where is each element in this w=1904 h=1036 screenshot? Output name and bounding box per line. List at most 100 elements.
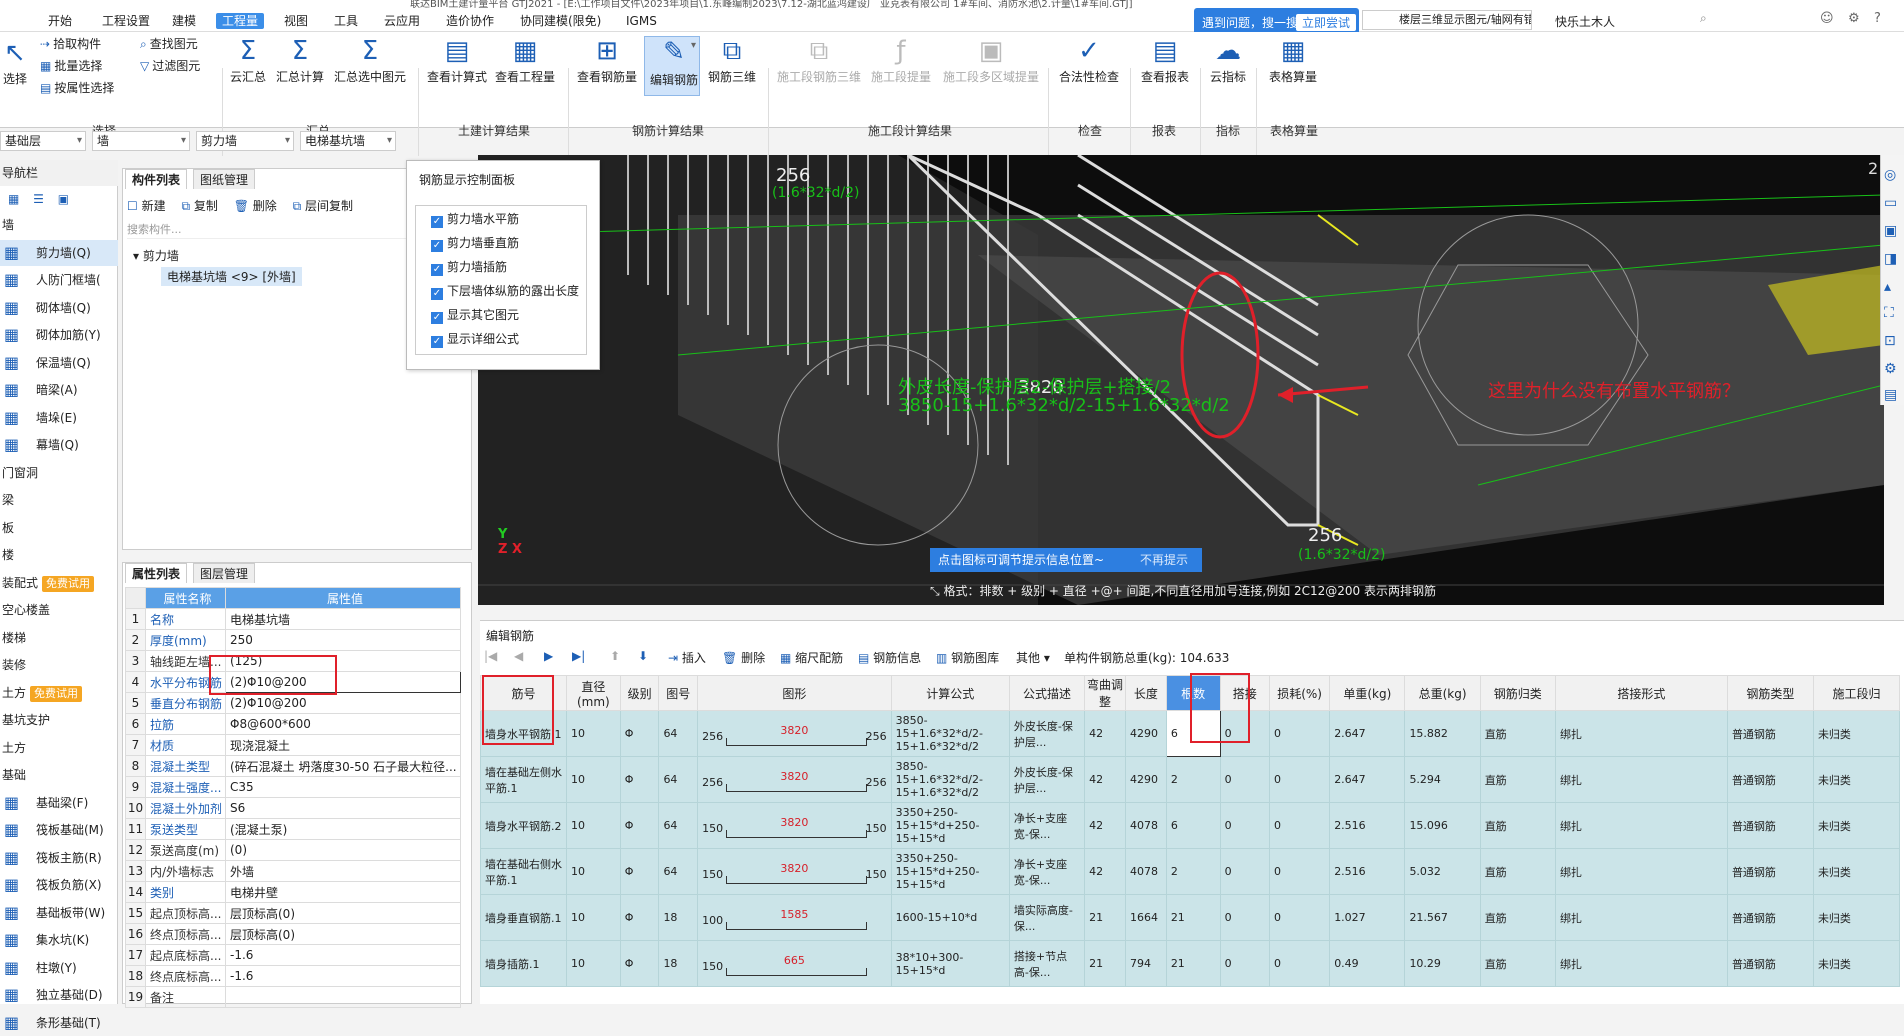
checkbox-icon[interactable]: ✓ (431, 336, 443, 348)
view-quantity-button[interactable]: ▦ 查看工程量 (494, 36, 556, 84)
rebar-cell-cat[interactable]: 直筋 (1479, 894, 1556, 941)
property-value[interactable]: -1.6 (225, 944, 461, 966)
rebar-library-button[interactable]: ▥ 钢筋图库 (936, 649, 999, 666)
rebar-cell-fig[interactable]: 64 (658, 848, 699, 895)
rebar-shape[interactable]: 150 3820 150 (697, 848, 892, 895)
help-try-button[interactable]: 立即尝试 (1296, 14, 1357, 31)
nav-item-0[interactable]: 墙 (0, 212, 118, 238)
property-row[interactable]: 9 混凝土强度... C35 (125, 776, 461, 798)
tab-property-list[interactable]: 属性列表 (125, 563, 188, 583)
select-by-attr-button[interactable]: ▤ 按属性选择 (40, 80, 114, 96)
nav-item-18[interactable]: 基坑支护 (0, 707, 118, 733)
rebar-cell-formula[interactable]: 3850-15+1.6*32*d/2-15+1.6*32*d/2 (890, 710, 1010, 757)
rebar-column-header[interactable]: 钢筋归类 (1479, 675, 1556, 711)
rebar-cell-unit[interactable]: 0.49 (1329, 940, 1406, 987)
nav-item-25[interactable]: ▦ 基础板带(W) (0, 900, 118, 926)
nav-item-3[interactable]: ▦ 砌体墙(Q) (0, 295, 118, 321)
rebar-cell-desc[interactable]: 搭接+节点高-保... (1008, 940, 1086, 987)
rebar-cell-cnt[interactable]: 2 (1165, 848, 1221, 895)
tree-item-selected[interactable]: 电梯基坑墙 <9> [外墙] (161, 267, 302, 286)
3d-viewport[interactable]: 256 (1.6*32*d/2) 256 (1.6*32*d/2) 3820 2… (478, 155, 1884, 605)
rebar-cell-unit[interactable]: 2.647 (1329, 756, 1406, 803)
property-value[interactable]: (2)Φ10@200 (225, 671, 461, 693)
rebar-option-checkbox[interactable]: ✓ 剪力墙插筋 (431, 257, 507, 277)
rebar-cell-lapf[interactable]: 绑扎 (1554, 848, 1728, 895)
nav-item-4[interactable]: ▦ 砌体加筋(Y) (0, 322, 118, 348)
rebar-cell-type[interactable]: 普通钢筋 (1726, 940, 1814, 987)
rebar-cell-formula[interactable]: 38*10+300-15+15*d (890, 940, 1010, 987)
property-value[interactable]: (混凝土泵) (225, 818, 461, 840)
property-row[interactable]: 16 终点顶标高... 层顶标高(0) (125, 923, 461, 945)
view-report-button[interactable]: ▤ 查看报表 (1138, 36, 1192, 84)
property-row[interactable]: 18 终点底标高... -1.6 (125, 965, 461, 987)
rebar-row[interactable]: 墙身插筋.1 10 Φ 18 150 665 38*10+300-15+15*d 搭接+节点高… (480, 940, 1901, 987)
property-value[interactable] (225, 986, 461, 1008)
filter-element-button[interactable]: ▽ 过滤图元 (140, 58, 200, 74)
rebar-3d-button[interactable]: ⧉ 钢筋三维 (704, 36, 760, 84)
rebar-cell-cat[interactable]: 直筋 (1479, 756, 1556, 803)
rebar-cell-type[interactable]: 普通钢筋 (1726, 710, 1814, 757)
menu-quantity[interactable]: 工程量 (216, 13, 265, 29)
nav-item-17[interactable]: 土方 免费试用 (0, 680, 118, 706)
property-value[interactable]: 电梯基坑墙 (225, 608, 461, 630)
hint-banner[interactable]: 点击图标可调节提示信息位置~ 不再提示 (930, 548, 1202, 572)
rebar-cell-dia[interactable]: 10 (566, 940, 621, 987)
rebar-cell-loss[interactable]: 0 (1268, 802, 1331, 849)
insert-button[interactable]: ⇥ 插入 (668, 649, 706, 666)
rebar-info-button[interactable]: ▤ 钢筋信息 (858, 649, 921, 666)
nav-item-7[interactable]: ▦ 墙垛(E) (0, 405, 118, 431)
property-value[interactable]: (0) (225, 839, 461, 861)
rebar-column-header[interactable]: 总重(kg) (1404, 675, 1481, 711)
rebar-cell-grade[interactable]: Φ (619, 848, 660, 895)
property-row[interactable]: 3 轴线距左墙... (125) (125, 650, 461, 672)
rebar-shape[interactable]: 256 3820 256 (697, 710, 892, 757)
rebar-cell-len[interactable]: 1664 (1124, 894, 1167, 941)
zoom-extent-icon[interactable]: ⊡ (1884, 333, 1896, 349)
nav-item-2[interactable]: ▦ 人防门框墙( (0, 267, 118, 293)
nav-item-14[interactable]: 空心楼盖 (0, 597, 118, 623)
property-value[interactable]: 外墙 (225, 860, 461, 882)
find-element-button[interactable]: ⌕ 查找图元 (140, 36, 198, 52)
rebar-cell-fig[interactable]: 18 (658, 940, 699, 987)
nav-item-9[interactable]: 门窗洞 (0, 460, 118, 486)
rebar-cell-adj[interactable]: 42 (1084, 710, 1126, 757)
property-row[interactable]: 19 备注 (125, 986, 461, 1008)
nav-item-27[interactable]: ▦ 柱墩(Y) (0, 955, 118, 981)
nav-item-5[interactable]: ▦ 保温墙(Q) (0, 350, 118, 376)
nav-item-28[interactable]: ▦ 独立基础(D) (0, 982, 118, 1008)
rebar-cell-lapf[interactable]: 绑扎 (1554, 710, 1728, 757)
stage-multi-extract-button[interactable]: ▣ 施工段多区域提量 (940, 36, 1042, 84)
cube-alt-icon[interactable]: ◨ (1884, 251, 1897, 267)
cloud-summary-button[interactable]: Σ 云汇总 (228, 36, 268, 84)
nav-item-8[interactable]: ▦ 幕墙(Q) (0, 432, 118, 458)
checkbox-icon[interactable]: ✓ (431, 240, 443, 252)
summary-calc-button[interactable]: Σ 汇总计算 (274, 36, 326, 84)
rebar-cell-grade[interactable]: Φ (619, 802, 660, 849)
rebar-cell-len[interactable]: 4078 (1124, 802, 1167, 849)
stage-extract-button[interactable]: ƒ 施工段提量 (866, 36, 936, 84)
batch-select-button[interactable]: ▦ 批量选择 (40, 58, 102, 74)
view-rebar-button[interactable]: ⊞ 查看钢筋量 (576, 36, 638, 84)
rebar-cell-cnt[interactable]: 6 (1165, 802, 1221, 849)
list-icon[interactable]: ▦ (8, 192, 19, 206)
rebar-cell-name[interactable]: 墙在基础左侧水平筋.1 (480, 756, 567, 803)
property-value[interactable]: (125) (225, 650, 461, 672)
tab-drawing-manage[interactable]: 图纸管理 (193, 169, 256, 189)
rebar-row[interactable]: 墙在基础右侧水平筋.1 10 Φ 64 150 3820 150 3350+250-15+15… (480, 848, 1901, 895)
rebar-column-header[interactable]: 根数 (1165, 675, 1221, 711)
rebar-cell-lapf[interactable]: 绑扎 (1554, 894, 1728, 941)
rebar-cell-lapf[interactable]: 绑扎 (1554, 802, 1728, 849)
rebar-cell-desc[interactable]: 外皮长度-保护层... (1008, 756, 1086, 803)
nav-item-11[interactable]: 板 (0, 515, 118, 541)
next-icon[interactable]: ▶ (544, 649, 553, 663)
rebar-cell-name[interactable]: 墙身垂直钢筋.1 (480, 894, 567, 941)
cloud-index-button[interactable]: ☁ 云指标 (1206, 36, 1250, 84)
rebar-shape[interactable]: 150 665 (697, 940, 892, 987)
checkbox-icon[interactable]: ✓ (431, 264, 443, 276)
nav-item-13[interactable]: 装配式 免费试用 (0, 570, 118, 596)
rebar-cell-lap[interactable]: 0 (1219, 756, 1271, 803)
delete-button[interactable]: 删除 (253, 199, 277, 213)
property-row[interactable]: 11 泵送类型 (混凝土泵) (125, 818, 461, 840)
nav-item-23[interactable]: ▦ 筏板主筋(R) (0, 845, 118, 871)
rebar-column-header[interactable]: 直径(mm) (566, 675, 621, 711)
